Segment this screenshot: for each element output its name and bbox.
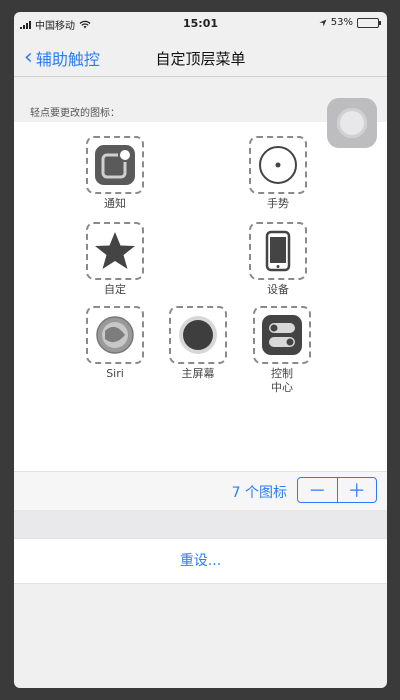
battery-percent: 53% [330, 17, 353, 28]
icon-slot-notification[interactable]: 通知 [85, 136, 145, 211]
phone-screen: 中国移动 15:01 53% ‹ 辅助触控 自定顶层菜单 轻点要更改的图标： 通… [14, 12, 387, 688]
notification-icon [95, 145, 135, 185]
status-right: 53% [319, 17, 381, 28]
icon-grid-area [14, 122, 387, 472]
gesture-icon [259, 146, 297, 184]
icon-label: Siri [106, 367, 124, 380]
icon-count-stepper: － ＋ [297, 477, 377, 503]
slot-frame [169, 306, 227, 364]
slot-frame [86, 306, 144, 364]
slot-frame [249, 222, 307, 280]
icon-slot-home[interactable]: 主屏幕 [168, 306, 228, 381]
assistive-touch-button[interactable] [327, 98, 377, 148]
reset-button[interactable]: 重设... [14, 539, 387, 583]
slot-frame [86, 136, 144, 194]
section-separator [14, 510, 387, 538]
decrease-button[interactable]: － [298, 478, 337, 502]
reset-row[interactable]: 重设... [14, 538, 387, 584]
assistive-touch-icon [337, 108, 367, 138]
icon-label: 主屏幕 [181, 367, 215, 380]
icon-label: 设备 [267, 283, 289, 296]
siri-icon [96, 316, 134, 354]
icon-slot-custom[interactable]: 自定 [85, 222, 145, 297]
slot-frame [253, 306, 311, 364]
navigation-bar: ‹ 辅助触控 自定顶层菜单 [14, 36, 387, 77]
hint-text: 轻点要更改的图标： [30, 108, 120, 119]
page-title: 自定顶层菜单 [155, 50, 246, 68]
slot-frame [86, 222, 144, 280]
icon-label: 自定 [104, 283, 126, 296]
location-arrow-icon [319, 19, 327, 26]
icon-label: 通知 [104, 197, 126, 210]
icon-label: 手势 [267, 197, 289, 210]
star-icon [95, 232, 135, 269]
control-center-icon [262, 315, 302, 355]
increase-button[interactable]: ＋ [338, 478, 377, 502]
icon-label: 控制 中心 [271, 367, 293, 394]
icon-slot-siri[interactable]: Siri [85, 306, 145, 381]
home-icon [179, 316, 217, 354]
icon-count-label: 7 个图标 [231, 485, 287, 501]
battery-icon [357, 17, 381, 28]
status-bar: 中国移动 15:01 53% [14, 12, 387, 34]
icon-slot-control-center[interactable]: 控制 中心 [252, 306, 312, 395]
icon-slot-device[interactable]: 设备 [248, 222, 308, 297]
device-icon [265, 230, 291, 272]
icon-count-row: 7 个图标 － ＋ [14, 471, 387, 511]
icon-slot-gesture[interactable]: 手势 [248, 136, 308, 211]
slot-frame [249, 136, 307, 194]
